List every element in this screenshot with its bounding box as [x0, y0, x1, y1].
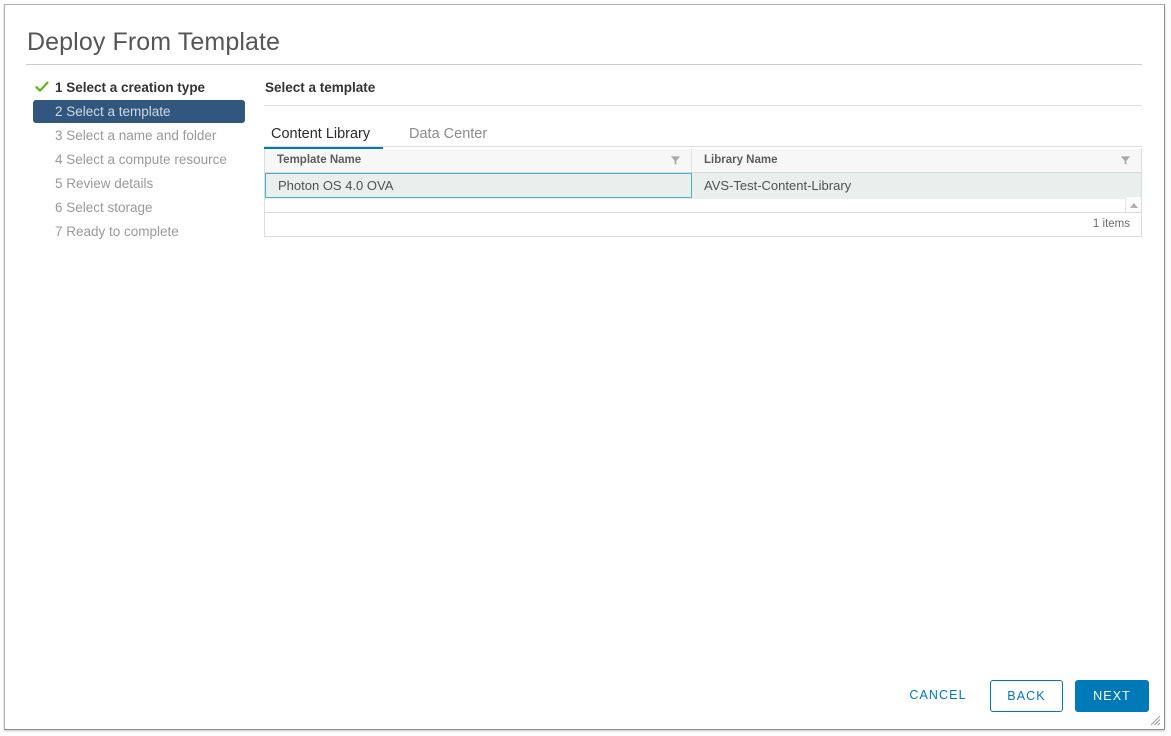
cancel-button[interactable]: CANCEL [898, 680, 978, 712]
column-header-library-name[interactable]: Library Name [692, 149, 1141, 172]
item-count-label: 1 items [1092, 218, 1130, 230]
table-header-row: Template Name Library Name [265, 149, 1141, 173]
template-table: Template Name Library Name Photon OS 4.0… [264, 149, 1142, 237]
pane-divider [264, 105, 1142, 106]
table-footer: 1 items [265, 212, 1141, 236]
sidebar-item-label: 7 Ready to complete [55, 224, 179, 239]
table-body: Photon OS 4.0 OVA AVS-Test-Content-Libra… [265, 173, 1141, 236]
sidebar-item-review-details[interactable]: 5 Review details [33, 172, 247, 195]
table-empty-row [265, 198, 1141, 212]
tabs-baseline [264, 146, 1142, 147]
tab-data-center[interactable]: Data Center [406, 123, 490, 145]
tab-label: Content Library [271, 126, 371, 142]
column-header-label: Template Name [277, 154, 362, 166]
check-icon [35, 81, 49, 92]
scroll-up-arrow-icon[interactable] [1130, 203, 1138, 208]
sidebar-item-label: 1 Select a creation type [55, 80, 206, 95]
pane-heading: Select a template [265, 80, 376, 95]
sidebar-item-label: 5 Review details [55, 176, 154, 191]
column-header-template-name[interactable]: Template Name [265, 149, 692, 172]
tab-label: Data Center [409, 126, 488, 142]
sidebar-item-select-a-compute-resource[interactable]: 4 Select a compute resource [33, 148, 247, 171]
cell-template-name: Photon OS 4.0 OVA [265, 173, 692, 198]
sidebar-item-label: 3 Select a name and folder [55, 128, 217, 143]
sidebar-item-label: 4 Select a compute resource [55, 152, 227, 167]
filter-icon[interactable] [1120, 155, 1131, 166]
deploy-from-template-dialog: Deploy From Template 1 Select a creation… [4, 4, 1165, 730]
wizard-step-list: 1 Select a creation type 2 Select a temp… [33, 76, 247, 244]
back-button[interactable]: BACK [990, 680, 1063, 712]
filter-icon[interactable] [670, 155, 681, 166]
sidebar-item-select-a-creation-type[interactable]: 1 Select a creation type [33, 76, 247, 99]
next-button[interactable]: NEXT [1075, 680, 1149, 712]
sidebar-item-ready-to-complete[interactable]: 7 Ready to complete [33, 220, 247, 243]
column-header-label: Library Name [704, 154, 778, 166]
title-divider [26, 64, 1142, 65]
sidebar-item-select-storage[interactable]: 6 Select storage [33, 196, 247, 219]
sidebar-item-label: 6 Select storage [55, 200, 153, 215]
tab-content-library[interactable]: Content Library [268, 123, 373, 145]
sidebar-item-label: 2 Select a template [55, 104, 171, 119]
sidebar-item-select-a-template[interactable]: 2 Select a template [33, 100, 245, 123]
sidebar-item-select-a-name-and-folder[interactable]: 3 Select a name and folder [33, 124, 247, 147]
cell-library-name: AVS-Test-Content-Library [692, 173, 1141, 198]
page-title: Deploy From Template [27, 28, 281, 56]
resize-grip-icon[interactable] [1150, 715, 1161, 726]
table-row[interactable]: Photon OS 4.0 OVA AVS-Test-Content-Libra… [265, 173, 1141, 198]
